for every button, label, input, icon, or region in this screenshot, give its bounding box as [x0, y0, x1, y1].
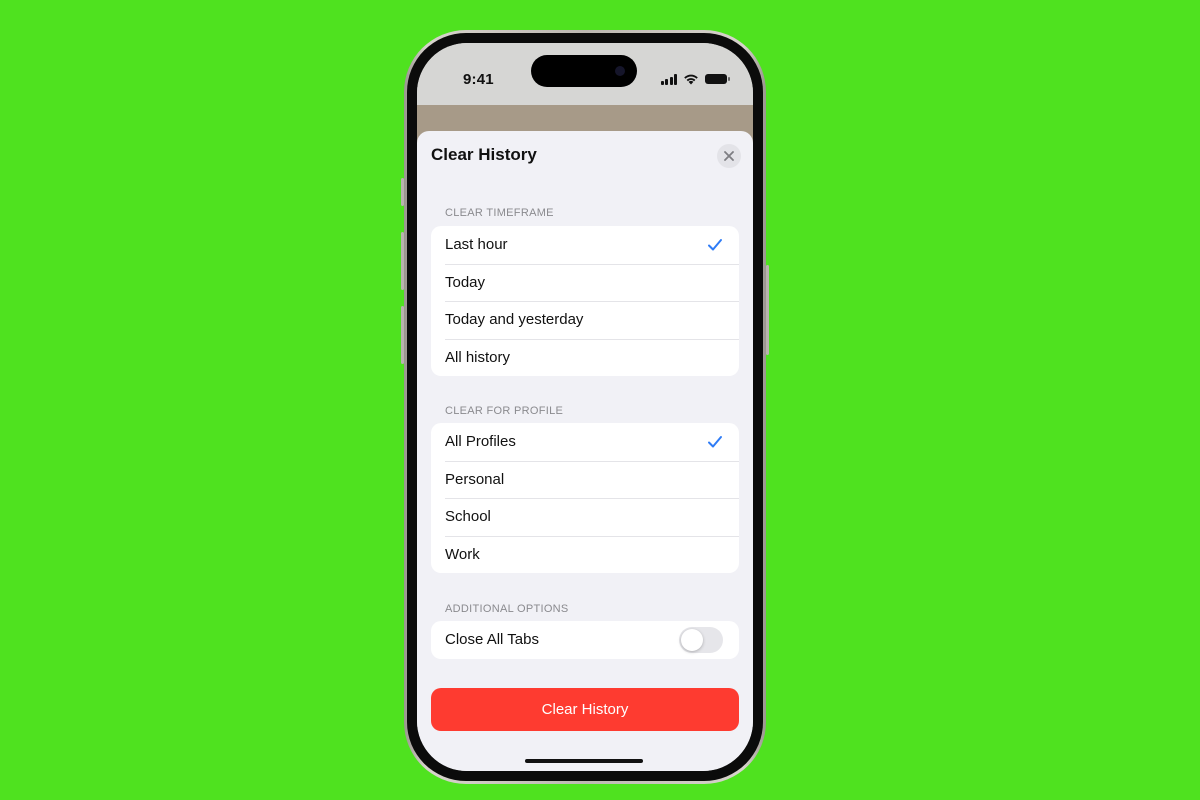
status-time: 9:41	[463, 71, 494, 88]
timeframe-section-header: CLEAR TIMEFRAME	[445, 207, 554, 219]
profile-option-all-profiles[interactable]: All Profiles	[431, 423, 739, 461]
clear-history-sheet: Clear History CLEAR TIMEFRAME Last hour …	[417, 131, 753, 771]
wifi-icon	[684, 74, 698, 85]
checkmark-icon	[708, 238, 722, 251]
option-label: Last hour	[445, 236, 508, 254]
option-label: All Profiles	[445, 433, 516, 451]
timeframe-option-last-hour[interactable]: Last hour	[431, 226, 739, 264]
option-label: Today and yesterday	[445, 311, 584, 329]
checkmark-icon	[708, 435, 722, 448]
option-label: All history	[445, 348, 511, 366]
close-icon	[724, 151, 734, 161]
home-indicator	[525, 759, 643, 763]
additional-section-header: ADDITIONAL OPTIONS	[445, 603, 569, 615]
phone-frame: 9:41 Clear History CLEAR TIMEFRAME Last …	[404, 30, 766, 784]
phone-screen: 9:41 Clear History CLEAR TIMEFRAME Last …	[417, 43, 753, 771]
sheet-title: Clear History	[431, 145, 537, 164]
option-label: School	[445, 508, 491, 526]
dynamic-island	[531, 55, 637, 87]
option-label: Personal	[445, 470, 505, 488]
power-button	[766, 265, 769, 355]
status-bar: 9:41	[417, 43, 753, 105]
signal-icon	[660, 73, 677, 85]
profile-option-work[interactable]: Work	[431, 535, 739, 574]
timeframe-options: Last hour Today Today and yesterday All …	[431, 226, 739, 376]
profile-option-school[interactable]: School	[431, 498, 739, 536]
clear-history-button[interactable]: Clear History	[431, 688, 739, 731]
profile-options: All Profiles Personal School Work	[431, 423, 739, 573]
phone-bezel: 9:41 Clear History CLEAR TIMEFRAME Last …	[407, 33, 763, 781]
battery-icon	[705, 74, 730, 84]
timeframe-option-today-and-yesterday[interactable]: Today and yesterday	[431, 301, 739, 339]
close-button[interactable]	[717, 144, 741, 168]
timeframe-option-today[interactable]: Today	[431, 263, 739, 302]
additional-options: Close All Tabs	[431, 621, 739, 659]
close-all-tabs-label: Close All Tabs	[445, 631, 539, 649]
toggle-knob	[681, 628, 703, 651]
option-label: Today	[445, 273, 486, 291]
status-icons	[660, 73, 730, 85]
camera-icon	[615, 66, 625, 76]
option-label: Work	[445, 545, 480, 563]
close-all-tabs-row: Close All Tabs	[431, 621, 739, 659]
profile-option-personal[interactable]: Personal	[431, 460, 739, 499]
close-all-tabs-toggle[interactable]	[679, 626, 723, 653]
profile-section-header: CLEAR FOR PROFILE	[445, 405, 564, 417]
timeframe-option-all-history[interactable]: All history	[431, 338, 739, 377]
